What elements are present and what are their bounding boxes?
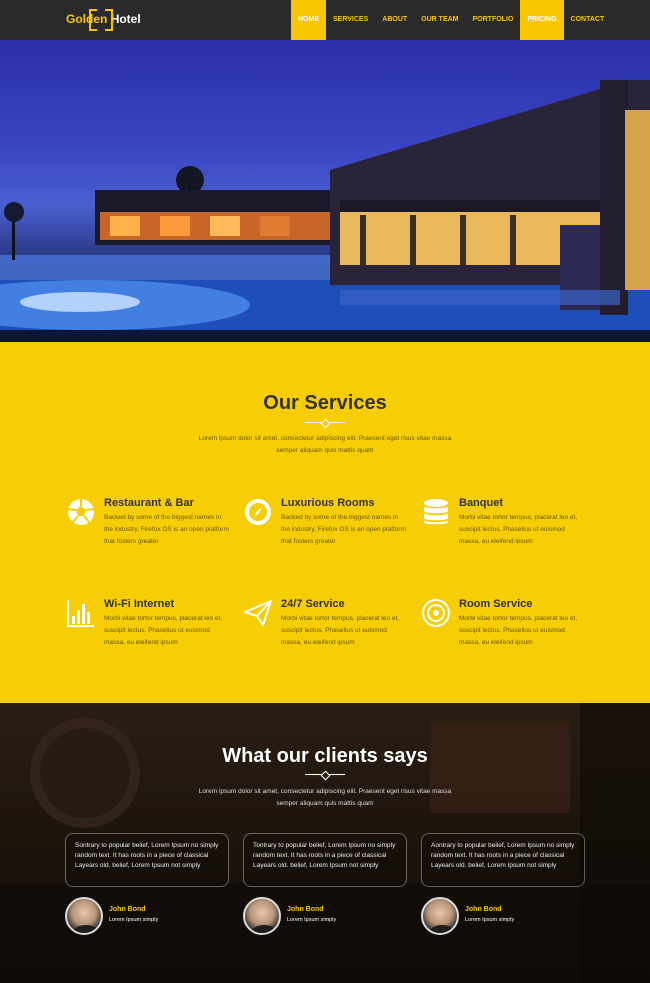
testimonial-card-1: Sontrary to popular belief, Lorem Ipsum … [65,833,229,887]
testimonial-card-2: Tontrary to popular belief, Lorem Ipsum … [243,833,407,887]
menu-item-contact[interactable]: CONTACT [564,0,612,40]
avatar [65,897,103,935]
service-text: Morbi vitae tortor tempus, placerat leo … [104,615,223,646]
service-text: Morbi vitae tortor tempus, placerat leo … [459,514,578,545]
menu-item-portfolio[interactable]: PORTFOLIO [466,0,521,40]
testimonial-quote: Tontrary to popular belief, Lorem Ipsum … [253,842,396,869]
clients-subtitle: Lorem ipsum dolor sit amet, consectetur … [198,788,452,807]
service-title: Luxurious Rooms [281,497,375,509]
soccer-ball-icon [67,499,95,525]
services-divider [305,420,345,426]
menu-item-about[interactable]: ABOUT [375,0,414,40]
testimonials-section: What our clients says Lorem ipsum dolor … [0,703,650,983]
author-role: Lorem Ipsum simply [287,917,337,923]
menu-item-home[interactable]: HOME [291,0,326,40]
hero-slider [0,40,650,342]
paper-plane-icon [244,600,272,626]
avatar [243,897,281,935]
service-title: Wi-Fi Internet [104,598,175,610]
logo-bracket-icon [89,9,113,31]
service-text: Morbi vitae tortor tempus, placerat leo … [281,615,400,646]
author-name: John Bond [287,906,324,913]
testimonial-quote: Aontrary to popular belief, Lorem Ipsum … [431,842,575,869]
testimonial-quote: Sontrary to popular belief, Lorem Ipsum … [75,842,219,869]
clients-divider [305,772,345,778]
services-subtitle: Lorem ipsum dolor sit amet, consectetur … [198,435,452,454]
avatar [421,897,459,935]
service-text: Backed by some of the biggest names in t… [104,514,229,545]
service-title: 24/7 Service [281,598,345,610]
author-role: Lorem Ipsum simply [109,917,159,923]
services-title: Our Services [263,392,387,414]
testimonial-author-1: John Bond Lorem Ipsum simply [65,897,205,937]
menu-item-pricing[interactable]: PRICING [520,0,564,40]
clients-title: What our clients says [222,745,428,767]
compass-icon [245,499,271,525]
top-navbar: Golden Hotel HOME SERVICES ABOUT OUR TEA… [0,0,650,40]
target-icon [422,599,450,627]
author-name: John Bond [465,906,502,913]
bar-chart-icon [67,600,94,627]
menu-item-our-team[interactable]: OUR TEAM [414,0,465,40]
author-name: John Bond [109,906,146,913]
service-text: Backed by some of the biggest names in t… [281,514,406,545]
main-menu: HOME SERVICES ABOUT OUR TEAM PORTFOLIO P… [291,0,611,40]
logo-word-2: Hotel [110,12,141,26]
services-section: Our Services Lorem ipsum dolor sit amet,… [0,342,650,703]
service-title: Room Service [459,598,533,610]
service-title: Banquet [459,497,503,509]
menu-item-services[interactable]: SERVICES [326,0,375,40]
author-role: Lorem Ipsum simply [465,917,515,923]
database-icon [424,499,448,525]
testimonial-author-3: John Bond Lorem Ipsum simply [421,897,561,937]
service-title: Restaurant & Bar [104,497,194,509]
testimonial-card-3: Aontrary to popular belief, Lorem Ipsum … [421,833,585,887]
testimonial-author-2: John Bond Lorem Ipsum simply [243,897,383,937]
logo[interactable]: Golden Hotel [66,9,141,31]
hotel-night-image [0,80,650,342]
service-text: Morbi vitae tortor tempus, placerat leo … [459,615,578,646]
